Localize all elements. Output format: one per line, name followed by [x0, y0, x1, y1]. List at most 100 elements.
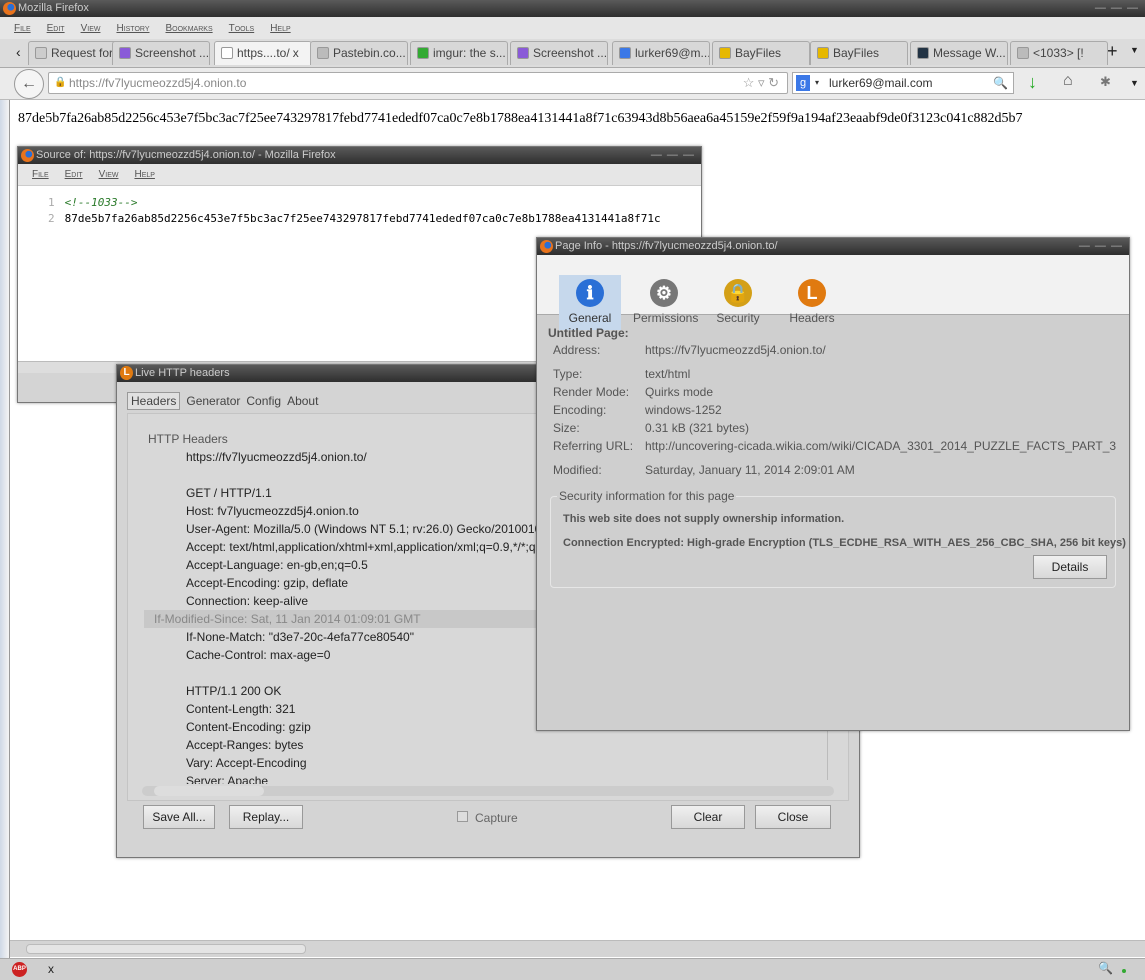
browser-tab[interactable]: BayFiles	[810, 41, 908, 65]
adblock-icon[interactable]: ABP	[12, 962, 27, 977]
header-line[interactable]: Accept-Ranges: bytes	[144, 736, 816, 754]
security-groupbox: Security information for this page This …	[550, 489, 1126, 588]
field-label: Referring URL:	[553, 439, 634, 453]
tab-label: Headers	[789, 311, 835, 325]
source-menu-help[interactable]: Help	[134, 169, 154, 180]
lhh-tab-generator[interactable]: Generator	[186, 392, 240, 410]
page-info-tab-general[interactable]: ℹ General	[559, 275, 621, 330]
addon-icon[interactable]: ✱	[1100, 74, 1111, 90]
home-icon[interactable]: ⌂	[1063, 72, 1073, 90]
bookmark-star-icon[interactable]: ☆ ▿ ↻	[743, 73, 779, 93]
engine-dropdown-icon[interactable]: ▾	[815, 73, 819, 93]
line-number: 2	[48, 212, 55, 225]
replay-button[interactable]: Replay...	[229, 805, 303, 829]
info-row: Type: text/html	[553, 367, 690, 381]
firefox-icon	[21, 149, 34, 162]
save-all-button[interactable]: Save All...	[143, 805, 215, 829]
lhh-tab-about[interactable]: About	[287, 392, 318, 410]
browser-tab[interactable]: Message W...	[910, 41, 1008, 65]
browser-tab[interactable]: lurker69@m...	[612, 41, 710, 65]
line-number: 1	[48, 196, 55, 209]
page-info-tab-headers[interactable]: L Headers	[781, 275, 843, 330]
page-info-toolbar: ℹ General ⚙ Permissions 🔒 Security L Headers	[537, 255, 1129, 330]
back-button[interactable]: ←	[14, 69, 44, 99]
page-info-tab-permissions[interactable]: ⚙ Permissions	[633, 275, 699, 330]
menu-tools[interactable]: Tools	[229, 23, 255, 34]
tab-label: Pastebin.co...	[333, 46, 406, 60]
tab-favicon-icon	[917, 47, 929, 59]
menu-view[interactable]: View	[81, 23, 101, 34]
details-button[interactable]: Details	[1033, 555, 1107, 579]
close-statusbar-button[interactable]: x	[48, 962, 54, 976]
lhh-tab-config[interactable]: Config	[246, 392, 281, 410]
browser-tab[interactable]: BayFiles	[712, 41, 810, 65]
zoom-icon[interactable]: 🔍	[1098, 961, 1113, 975]
source-menu-view[interactable]: View	[99, 169, 119, 180]
field-value[interactable]: windows-1252	[645, 403, 722, 417]
tab-list-icon[interactable]: ▼	[1130, 45, 1139, 55]
tab-favicon-icon	[417, 47, 429, 59]
source-menu-edit[interactable]: Edit	[65, 169, 83, 180]
browser-tab[interactable]: Screenshot ...	[112, 41, 210, 65]
horizontal-scrollbar[interactable]	[10, 940, 1145, 957]
tab-favicon-icon	[719, 47, 731, 59]
scrollbar-thumb[interactable]	[26, 944, 306, 954]
tab-label: Message W...	[933, 46, 1006, 60]
search-magnifier-icon[interactable]: 🔍	[993, 73, 1008, 93]
menu-dropdown-icon[interactable]: ▼	[1130, 78, 1139, 88]
menu-file[interactable]: File	[14, 23, 31, 34]
lhh-tab-headers[interactable]: Headers	[127, 392, 181, 410]
scrollbar-thumb[interactable]	[154, 786, 264, 796]
google-icon[interactable]: g	[796, 75, 810, 91]
live-headers-icon: L	[798, 279, 826, 307]
capture-checkbox[interactable]	[457, 811, 468, 822]
info-row: Render Mode: Quirks mode	[553, 385, 713, 399]
lock-icon: 🔒	[54, 77, 67, 88]
browser-tab[interactable]: imgur: the s...	[410, 41, 508, 65]
field-value[interactable]: http://uncovering-cicada.wikia.com/wiki/…	[645, 439, 1116, 453]
tab-scroll-left-icon[interactable]: ‹	[16, 44, 21, 60]
page-info-tab-security[interactable]: 🔒 Security	[707, 275, 769, 330]
close-tab-icon[interactable]: x	[293, 46, 299, 60]
downloads-icon[interactable]: ↓	[1028, 72, 1037, 93]
tab-label: Permissions	[633, 311, 699, 325]
field-value[interactable]: Saturday, January 11, 2014 2:09:01 AM	[645, 463, 855, 477]
window-controls[interactable]: — — —	[1095, 0, 1139, 17]
field-label: Encoding:	[553, 403, 607, 417]
header-line[interactable]: Server: Apache	[144, 772, 816, 784]
tab-label: Screenshot ...	[533, 46, 608, 60]
window-title: Mozilla Firefox	[18, 2, 89, 14]
menu-bookmarks[interactable]: Bookmarks	[166, 23, 213, 34]
field-value[interactable]: 0.31 kB (321 bytes)	[645, 421, 749, 435]
lhh-title: Live HTTP headers	[135, 367, 230, 379]
window-controls[interactable]: — — —	[651, 147, 695, 164]
source-menu-file[interactable]: File	[32, 169, 49, 180]
field-value[interactable]: Quirks mode	[645, 385, 713, 399]
field-value[interactable]: https://fv7lyucmeozzd5j4.onion.to/	[645, 343, 826, 357]
tab-favicon-icon	[119, 47, 131, 59]
browser-tab[interactable]: <1033> [!	[1010, 41, 1108, 65]
clear-button[interactable]: Clear	[671, 805, 745, 829]
search-input[interactable]: g ▾ lurker69@mail.com 🔍	[792, 72, 1014, 94]
menu-help[interactable]: Help	[270, 23, 290, 34]
field-value[interactable]: text/html	[645, 367, 690, 381]
tab-favicon-icon	[35, 47, 47, 59]
close-button[interactable]: Close	[755, 805, 831, 829]
tab-favicon-icon	[817, 47, 829, 59]
field-label: Render Mode:	[553, 385, 630, 399]
page-content-text: 87de5b7fa26ab85d2256c453e7f5bc3ac7f25ee7…	[18, 111, 1023, 126]
url-bar[interactable]: 🔒 https://fv7lyucmeozzd5j4.onion.to ☆ ▿ ↻	[48, 72, 788, 94]
side-ruler	[0, 100, 10, 960]
menu-history[interactable]: History	[116, 23, 149, 34]
header-line[interactable]: Vary: Accept-Encoding	[144, 754, 816, 772]
page-title: Untitled Page:	[548, 326, 629, 340]
new-tab-icon[interactable]: +	[1107, 41, 1118, 62]
browser-tab[interactable]: https....to/x	[214, 41, 312, 65]
menu-edit[interactable]: Edit	[47, 23, 65, 34]
ownership-text: This web site does not supply ownership …	[563, 513, 845, 525]
browser-tab[interactable]: Pastebin.co...	[310, 41, 408, 65]
info-row: Modified: Saturday, January 11, 2014 2:09…	[553, 463, 855, 477]
headers-hscrollbar[interactable]	[142, 786, 834, 796]
browser-tab[interactable]: Screenshot ...	[510, 41, 608, 65]
window-controls[interactable]: — — —	[1079, 238, 1123, 255]
